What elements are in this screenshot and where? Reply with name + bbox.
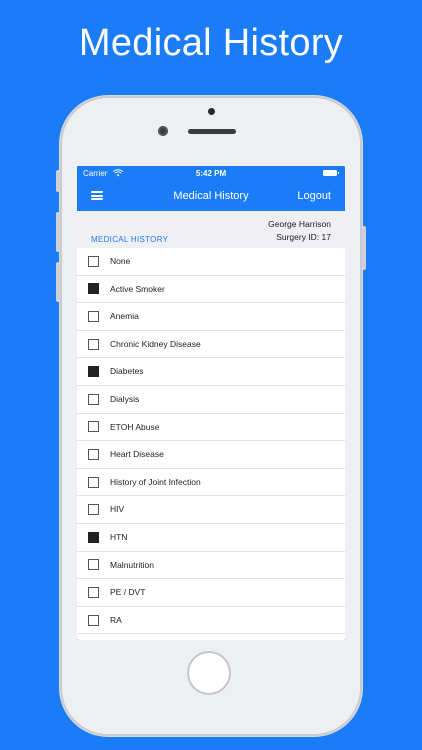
checkbox-unchecked[interactable] [88,338,99,350]
condition-label: Malnutrition [110,559,154,570]
condition-label: None [110,256,131,266]
checkbox-checked[interactable] [88,531,99,543]
condition-row[interactable]: Diabetes [77,358,345,386]
checkbox-unchecked[interactable] [88,504,99,516]
condition-row[interactable]: HTN [77,524,345,552]
condition-label: History of Joint Infection [110,476,201,487]
condition-row[interactable]: PE / DVT [77,579,345,607]
condition-label: RA [110,614,122,625]
condition-row[interactable]: Malnutrition [77,552,345,580]
proximity-sensor [208,108,215,115]
condition-label: PE / DVT [110,587,146,598]
phone-frame: Carrier 5:42 PM Medical History Logout G… [56,96,366,736]
clock: 5:42 PM [195,169,227,178]
condition-label: Active Smoker [110,283,165,294]
checkbox-unchecked[interactable] [88,310,99,322]
condition-row[interactable]: HIV [77,496,345,524]
checkbox-unchecked[interactable] [88,255,99,267]
condition-label: Heart Disease [110,449,164,460]
condition-row[interactable]: Dialysis [77,386,345,414]
battery-icon [323,170,339,176]
power-button [362,226,366,270]
front-camera [158,126,168,136]
section-header: George Harrison Surgery ID: 17 MEDICAL H… [77,211,345,248]
mute-switch [56,170,60,192]
checkbox-unchecked[interactable] [88,614,99,626]
patient-name: George Harrison [268,219,331,229]
home-button[interactable] [187,651,231,695]
logout-button[interactable]: Logout [297,190,331,202]
condition-row[interactable]: Anemia [77,303,345,331]
condition-label: Anemia [110,311,139,322]
condition-row[interactable]: Chronic Kidney Disease [77,331,345,359]
checkbox-unchecked[interactable] [88,476,99,488]
phone-screen: Carrier 5:42 PM Medical History Logout G… [77,166,345,640]
checkbox-checked[interactable] [88,366,99,378]
medical-history-content[interactable]: George Harrison Surgery ID: 17 MEDICAL H… [77,211,345,640]
section-title: MEDICAL HISTORY [91,235,169,244]
checkbox-unchecked[interactable] [88,393,99,405]
condition-label: HTN [110,531,128,542]
promo-headline: Medical History [78,22,344,64]
checkbox-unchecked[interactable] [88,421,99,433]
condition-label: Dialysis [110,393,140,404]
checkbox-unchecked[interactable] [88,586,99,598]
condition-row[interactable]: History of Joint Infection [77,469,345,497]
checkbox-checked[interactable] [88,283,99,295]
volume-up-button [56,212,60,252]
condition-row[interactable]: Active Smoker [77,276,345,304]
earpiece-speaker [188,129,236,134]
navigation-bar: Carrier 5:42 PM Medical History Logout [77,166,345,211]
condition-label: Diabetes [110,366,144,377]
condition-row[interactable]: Heart Disease [77,441,345,469]
checkbox-unchecked[interactable] [88,559,99,571]
volume-down-button [56,262,60,302]
surgery-id: Surgery ID: 17 [276,232,331,242]
condition-row[interactable]: None [77,248,345,276]
condition-label: ETOH Abuse [110,421,160,432]
condition-row[interactable]: RA [77,607,345,635]
condition-label: Chronic Kidney Disease [110,338,201,349]
condition-label: HIV [110,504,125,515]
checkbox-unchecked[interactable] [88,448,99,460]
condition-row[interactable]: ETOH Abuse [77,414,345,442]
condition-list: None Active Smoker Anemia Chronic Kidney Di… [77,248,345,635]
